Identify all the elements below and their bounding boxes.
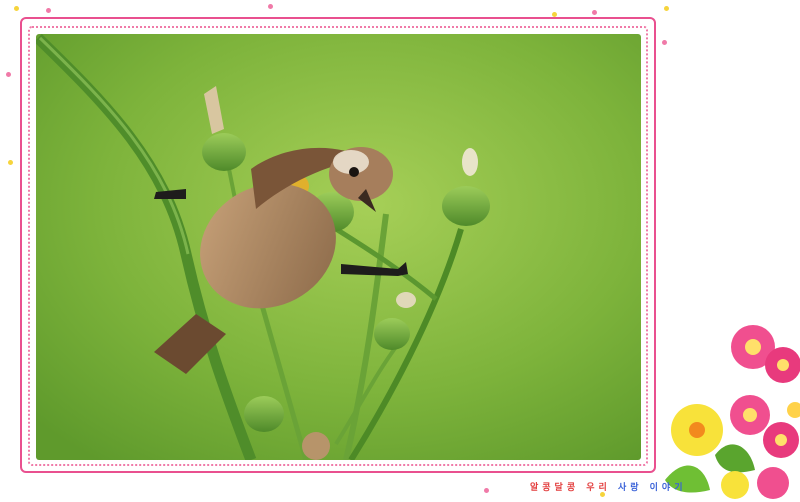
confetti-dot — [8, 160, 13, 165]
greeting-canvas: 알콩달콩 우리 사랑 이야기 — [0, 0, 800, 502]
flower-decoration — [665, 325, 800, 499]
caption-part-1: 알콩달콩 우리 — [530, 483, 611, 493]
confetti-dot — [46, 8, 51, 13]
photo — [36, 34, 641, 460]
caption-text: 알콩달콩 우리 사랑 이야기 — [530, 480, 687, 493]
confetti-dot — [664, 6, 669, 11]
confetti-dot — [14, 6, 19, 11]
confetti-dot — [268, 4, 273, 9]
caption-part-2: 사랑 이야기 — [610, 483, 687, 493]
confetti-dot — [484, 488, 489, 493]
bird-photo-illustration — [36, 34, 641, 460]
confetti-dot — [592, 10, 597, 15]
confetti-dot — [6, 72, 11, 77]
confetti-dot — [662, 40, 667, 45]
